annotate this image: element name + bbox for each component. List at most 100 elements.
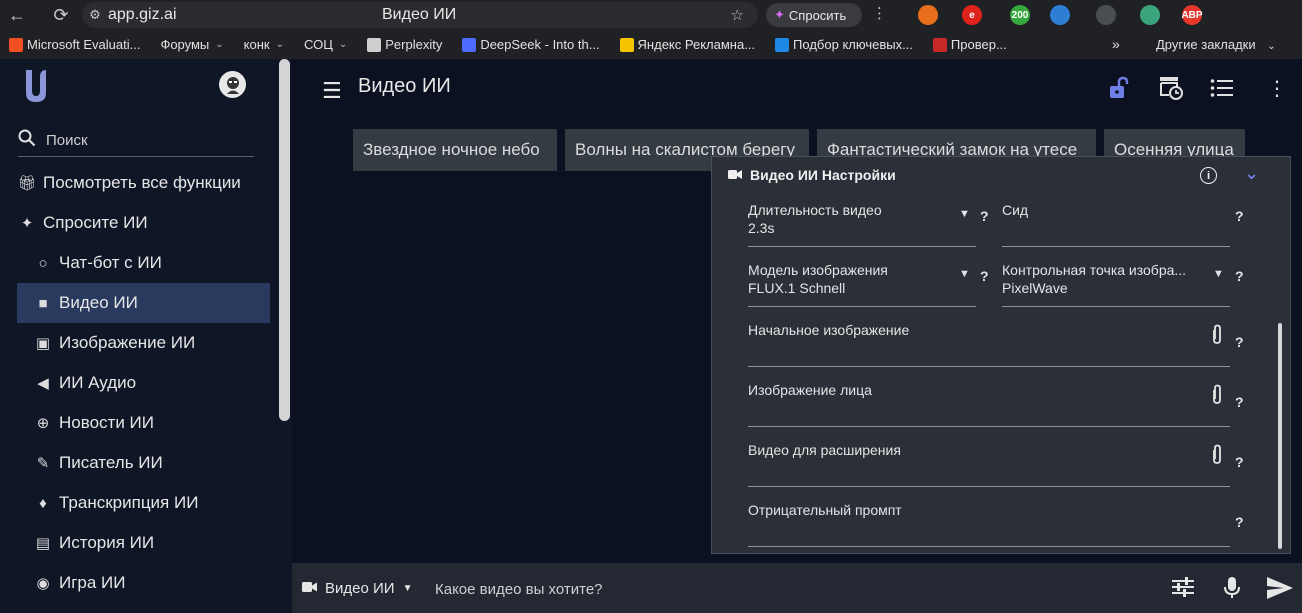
back-icon[interactable]: ← bbox=[2, 0, 32, 30]
face-image-label: Изображение лица bbox=[748, 382, 872, 398]
gamepad-icon: ◉ bbox=[36, 575, 50, 592]
prompt-bar: Видео ИИ ▼ Какое видео вы хотите? bbox=[292, 563, 1302, 613]
avatar[interactable] bbox=[219, 71, 246, 98]
address-bar[interactable]: ⚙ app.giz.ai Видео ИИ ☆ bbox=[82, 2, 758, 28]
wrench-extension-icon[interactable] bbox=[1096, 5, 1116, 25]
unlock-icon[interactable] bbox=[1106, 75, 1132, 101]
e-extension-icon[interactable]: e bbox=[962, 5, 982, 25]
bookmark-label: Perplexity bbox=[385, 37, 443, 52]
dropdown-arrow-icon[interactable]: ▼ bbox=[1213, 268, 1224, 280]
giz-logo[interactable] bbox=[22, 67, 50, 105]
sidebar-item[interactable]: ✦ Спросите ИИ bbox=[17, 203, 270, 243]
sidebar-scrollbar-thumb[interactable] bbox=[279, 59, 290, 421]
sidebar-item[interactable]: ▤ История ИИ bbox=[17, 523, 270, 563]
extend-video-upload[interactable]: Видео для расширения ? bbox=[748, 442, 1244, 487]
duration-label: Длительность видео bbox=[748, 202, 882, 218]
suggestion-chip[interactable]: Звездное ночное небо bbox=[353, 129, 557, 171]
sparkle-icon: ✦ bbox=[774, 7, 785, 22]
sidebar-item[interactable]: ▣ Изображение ИИ bbox=[17, 323, 270, 363]
download-icon[interactable] bbox=[1270, 5, 1290, 25]
favicon-icon bbox=[775, 37, 790, 52]
help-icon[interactable]: ? bbox=[1235, 208, 1244, 224]
sidebar-item[interactable]: ♦ Транскрипция ИИ bbox=[17, 483, 270, 523]
favicon-icon bbox=[619, 37, 634, 52]
bookmark-item[interactable]: СОЦ ⌄ bbox=[299, 37, 352, 52]
bookmark-item[interactable]: конк ⌄ bbox=[239, 37, 289, 52]
duration-select[interactable]: Длительность видео 2.3s ▼ ? bbox=[748, 202, 989, 247]
bookmark-star-icon[interactable]: ☆ bbox=[731, 6, 744, 24]
image-model-select[interactable]: Модель изображения FLUX.1 Schnell ▼ ? bbox=[748, 262, 989, 307]
send-icon[interactable] bbox=[1267, 577, 1293, 605]
video-camera-icon bbox=[302, 580, 317, 597]
chevron-down-icon: ⌄ bbox=[338, 39, 348, 50]
settings-sliders-icon[interactable] bbox=[1172, 577, 1194, 603]
reading-list-icon[interactable] bbox=[1228, 5, 1248, 25]
mode-select[interactable]: Видео ИИ ▼ bbox=[302, 580, 412, 597]
ask-button[interactable]: ✦ Спросить bbox=[766, 3, 862, 27]
other-bookmarks[interactable]: Другие закладки ⌄ bbox=[1156, 37, 1276, 52]
image-plus-icon: ▣ bbox=[35, 335, 51, 352]
sidebar-scrollbar[interactable] bbox=[278, 59, 292, 613]
dropdown-arrow-icon[interactable]: ▼ bbox=[959, 208, 970, 220]
paperclip-icon[interactable] bbox=[1210, 324, 1224, 351]
sidebar: Поиск 🎁︎ Посмотреть все функции ✦ Спросите … bbox=[0, 59, 292, 613]
settings-scrollbar[interactable] bbox=[1278, 323, 1282, 549]
paperclip-icon[interactable] bbox=[1210, 444, 1224, 471]
bookmark-item[interactable]: Perplexity bbox=[362, 37, 447, 52]
hamburger-menu-icon[interactable]: ☰ bbox=[322, 78, 342, 104]
bookmark-item[interactable]: Microsoft Evaluati... bbox=[4, 37, 145, 52]
bookmark-item[interactable]: Провер... bbox=[928, 37, 1012, 52]
reload-icon[interactable]: ⟳ bbox=[46, 0, 76, 30]
help-icon[interactable]: ? bbox=[1235, 268, 1244, 284]
bookmarks-overflow[interactable]: » bbox=[1112, 36, 1120, 52]
history-archive-icon[interactable] bbox=[1158, 75, 1184, 101]
sidebar-item[interactable]: ○ Чат-бот с ИИ bbox=[17, 243, 270, 283]
sidebar-item[interactable]: ■ Видео ИИ bbox=[17, 283, 270, 323]
menu-kebab-icon[interactable]: ⋮ bbox=[872, 4, 887, 22]
sidebar-item[interactable]: ⊕ Новости ИИ bbox=[17, 403, 270, 443]
paperclip-icon[interactable] bbox=[1210, 384, 1224, 411]
help-icon[interactable]: ? bbox=[980, 268, 989, 284]
sidebar-item-label: Транскрипция ИИ bbox=[59, 493, 199, 512]
sidebar-item-label: Видео ИИ bbox=[59, 293, 138, 312]
help-icon[interactable]: ? bbox=[1235, 454, 1244, 470]
bookmark-item[interactable]: DeepSeek - Into th... bbox=[457, 37, 604, 52]
firefox-like-icon[interactable] bbox=[918, 5, 938, 25]
help-icon[interactable]: ? bbox=[1235, 514, 1244, 530]
prompt-input[interactable]: Какое видео вы хотите? bbox=[435, 581, 603, 598]
bookmark-item[interactable]: Подбор ключевых... bbox=[770, 37, 918, 52]
sidebar-item[interactable]: ✎ Писатель ИИ bbox=[17, 443, 270, 483]
seed-label: Сид bbox=[1002, 202, 1029, 218]
start-image-upload[interactable]: Начальное изображение ? bbox=[748, 322, 1244, 367]
negative-prompt-field[interactable]: Отрицательный промпт ? bbox=[748, 502, 1244, 547]
url-text: app.giz.ai bbox=[108, 6, 177, 23]
site-info-icon[interactable]: ⚙ bbox=[82, 7, 108, 23]
help-icon[interactable]: ? bbox=[1235, 334, 1244, 350]
bookmark-item[interactable]: Форумы ⌄ bbox=[155, 37, 228, 52]
browser-toolbar: ← ⟳ ⚙ app.giz.ai Видео ИИ ☆ ✦ Спросить ⋮… bbox=[0, 0, 1302, 30]
adblock-extension-icon[interactable]: ABP bbox=[1181, 5, 1203, 25]
settings-title: Видео ИИ Настройки bbox=[750, 167, 896, 183]
speaker-icon: ◀ bbox=[37, 375, 49, 392]
microphone-icon[interactable] bbox=[1224, 577, 1240, 605]
help-icon[interactable]: ? bbox=[1235, 394, 1244, 410]
list-view-icon[interactable] bbox=[1209, 75, 1235, 101]
chevron-down-icon[interactable]: ⌄ bbox=[1244, 163, 1259, 184]
gem-extension-icon[interactable] bbox=[1140, 5, 1160, 25]
sidebar-item[interactable]: ◉ Игра ИИ bbox=[17, 563, 270, 603]
bookmark-item[interactable]: Яндекс Рекламна... bbox=[615, 37, 761, 52]
image-model-label: Модель изображения bbox=[748, 262, 888, 278]
help-icon[interactable]: ? bbox=[980, 208, 989, 224]
sidebar-search[interactable]: Поиск bbox=[18, 125, 254, 157]
bookmark-label: Подбор ключевых... bbox=[793, 37, 913, 52]
info-icon[interactable]: i bbox=[1200, 167, 1217, 184]
more-options-icon[interactable]: ⋮ bbox=[1264, 75, 1290, 101]
counter-extension-icon[interactable]: 200 bbox=[1010, 5, 1030, 25]
face-image-upload[interactable]: Изображение лица ? bbox=[748, 382, 1244, 427]
sidebar-item[interactable]: 🎁︎ Посмотреть все функции bbox=[17, 163, 270, 203]
dropdown-arrow-icon[interactable]: ▼ bbox=[959, 268, 970, 280]
sidebar-item[interactable]: ◀ ИИ Аудио bbox=[17, 363, 270, 403]
puzzle-extension-icon[interactable] bbox=[1050, 5, 1070, 25]
checkpoint-select[interactable]: Контрольная точка изобра... PixelWave ▼ … bbox=[1002, 262, 1244, 307]
seed-field[interactable]: Сид ? bbox=[1002, 202, 1244, 247]
